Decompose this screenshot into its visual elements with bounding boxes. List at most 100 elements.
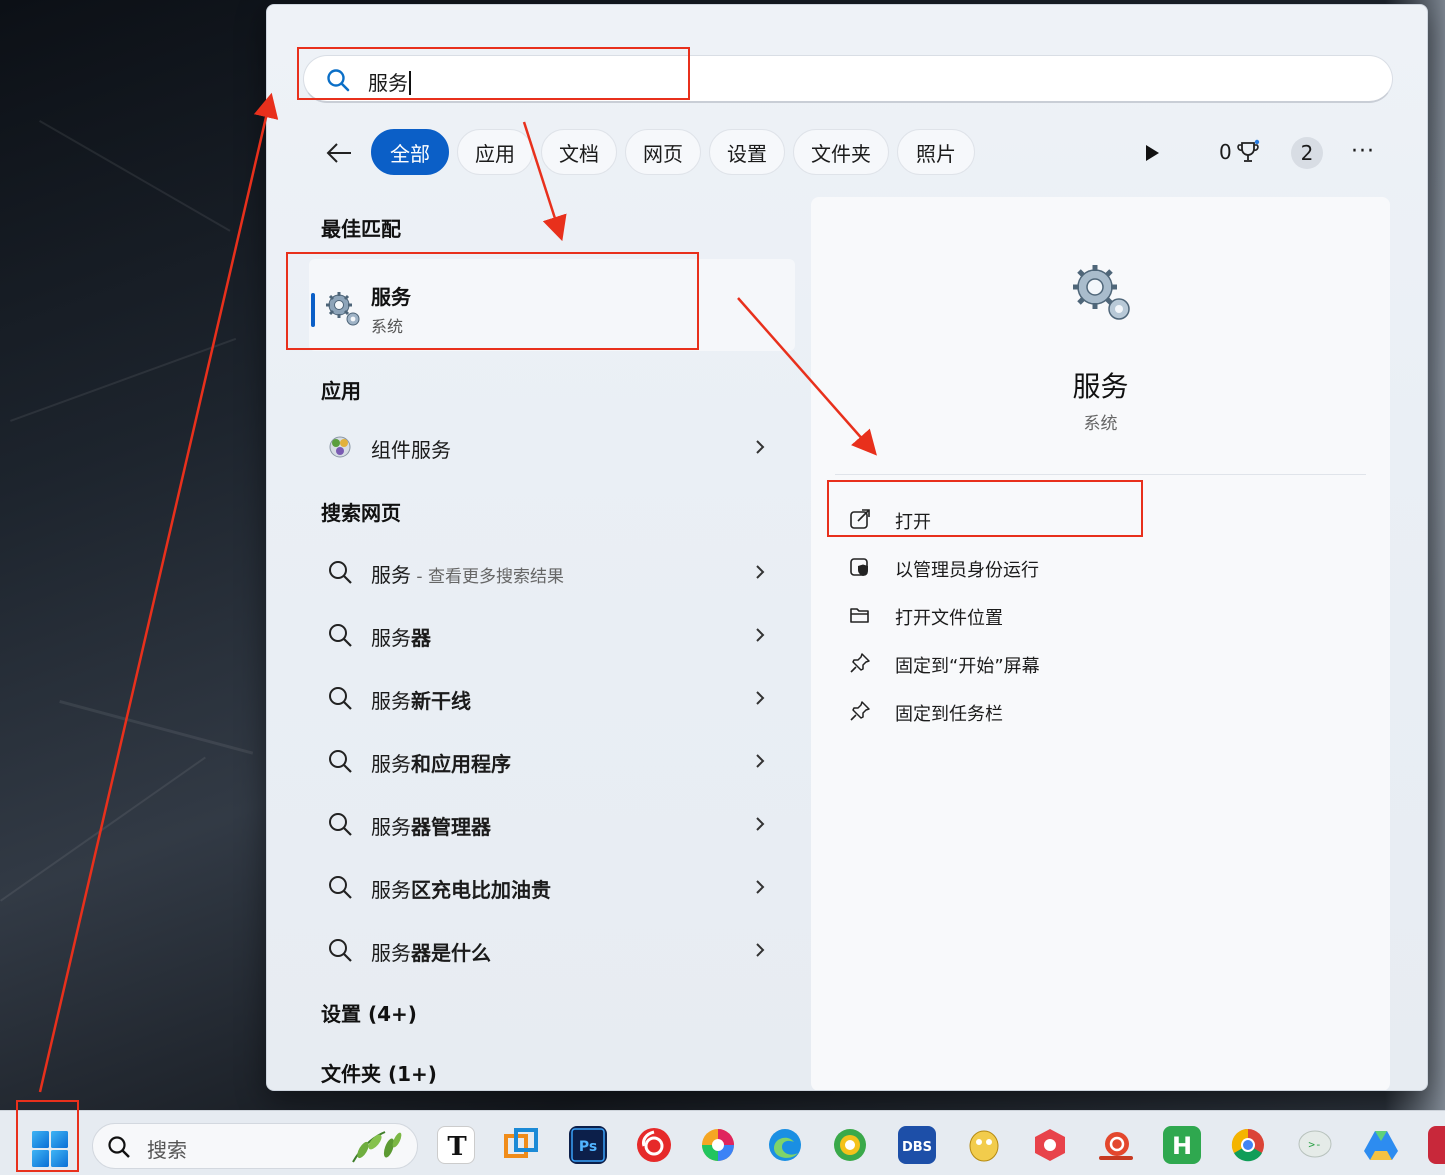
- drive-app-icon[interactable]: [1362, 1126, 1400, 1164]
- search-icon: [329, 750, 352, 773]
- browser-360-icon[interactable]: [831, 1126, 869, 1164]
- hbuilder-app-icon[interactable]: H: [1163, 1126, 1201, 1164]
- back-arrow-icon[interactable]: [323, 137, 355, 169]
- search-icon: [329, 687, 352, 710]
- pin-icon: [850, 653, 870, 673]
- web-result-label: 服务器管理器: [371, 815, 491, 839]
- web-search-header: 搜索网页: [321, 501, 401, 525]
- search-icon: [329, 561, 352, 584]
- search-icon: [329, 624, 352, 647]
- wechat-devtools-icon[interactable]: >-: [1296, 1126, 1334, 1164]
- tab-folders[interactable]: 文件夹: [793, 129, 889, 175]
- typora-app-icon[interactable]: T: [437, 1126, 475, 1164]
- web-result-label: 服务区充电比加油贵: [371, 878, 551, 902]
- search-icon: [329, 813, 352, 836]
- tab-all[interactable]: 全部: [371, 129, 449, 175]
- chevron-right-icon: [756, 817, 765, 831]
- run-as-admin-action[interactable]: 以管理员身份运行: [849, 547, 1349, 587]
- search-panel: 服务 全部 应用 文档 网页 设置 文件夹 照片 0 2 ··· 最佳匹配 服务…: [266, 4, 1428, 1091]
- taskbar: 搜索 T Ps DBS H >-: [0, 1110, 1445, 1175]
- settings-header[interactable]: 设置 (4+): [321, 998, 417, 1027]
- best-match-title: 服务: [371, 285, 411, 309]
- svg-text:Ps: Ps: [579, 1139, 597, 1155]
- photoshop-app-icon[interactable]: Ps: [569, 1126, 607, 1164]
- color-app-icon[interactable]: [699, 1126, 737, 1164]
- tab-settings[interactable]: 设置: [709, 129, 785, 175]
- web-result-item[interactable]: 服务新干线: [309, 671, 795, 725]
- chevron-right-icon: [756, 691, 765, 705]
- play-icon[interactable]: [1141, 143, 1163, 163]
- web-result-label: 服务新干线: [371, 689, 471, 713]
- dbs-tool-icon[interactable]: DBS: [898, 1126, 936, 1164]
- taskbar-search-placeholder: 搜索: [147, 1138, 187, 1162]
- search-icon: [327, 69, 350, 92]
- red-app-icon[interactable]: [1031, 1126, 1069, 1164]
- detail-title: 服务: [1072, 370, 1129, 403]
- search-icon: [108, 1136, 130, 1158]
- navicat-app-icon[interactable]: [965, 1126, 1003, 1164]
- pin-icon: [850, 701, 870, 721]
- open-external-icon: [850, 509, 870, 529]
- services-gear-icon: [326, 292, 360, 326]
- folder-icon: [850, 608, 869, 623]
- divider: [835, 474, 1366, 475]
- more-app-icon[interactable]: [1428, 1126, 1445, 1164]
- pin-to-start-action[interactable]: 固定到“开始”屏幕: [849, 643, 1349, 683]
- web-result-item[interactable]: 服务区充电比加油贵: [309, 860, 795, 914]
- search-icon: [329, 939, 352, 962]
- edge-browser-icon[interactable]: [766, 1126, 804, 1164]
- web-result-label: 服务器是什么: [371, 941, 491, 965]
- rewards-points[interactable]: 0: [1219, 139, 1262, 165]
- open-action[interactable]: 打开: [849, 499, 1349, 539]
- app-result-item[interactable]: 组件服务: [309, 420, 795, 474]
- apps-header: 应用: [321, 379, 361, 403]
- notification-badge[interactable]: 2: [1291, 137, 1323, 169]
- svg-text:H: H: [1172, 1132, 1192, 1160]
- web-result-item[interactable]: 服务和应用程序: [309, 734, 795, 788]
- selection-indicator: [311, 293, 315, 327]
- web-result-label: 服务 - 查看更多搜索结果: [371, 563, 564, 587]
- taskbar-search-box[interactable]: 搜索: [92, 1123, 418, 1169]
- text-caret: [409, 71, 411, 95]
- web-result-item[interactable]: 服务器: [309, 608, 795, 662]
- search-highlight-leaf-icon: [352, 1131, 402, 1163]
- tab-documents[interactable]: 文档: [541, 129, 617, 175]
- chevron-right-icon: [756, 565, 765, 579]
- svg-text:>-: >-: [1308, 1138, 1321, 1151]
- vmware-app-icon[interactable]: [502, 1126, 540, 1164]
- pin-to-taskbar-action[interactable]: 固定到任务栏: [849, 691, 1349, 731]
- app-result-label: 组件服务: [371, 438, 451, 462]
- netease-music-app-icon[interactable]: [635, 1126, 673, 1164]
- tab-web[interactable]: 网页: [625, 129, 701, 175]
- chevron-right-icon: [756, 943, 765, 957]
- windows-start-icon[interactable]: [28, 1127, 72, 1171]
- best-match-subtitle: 系统: [371, 317, 404, 336]
- open-file-location-action[interactable]: 打开文件位置: [849, 595, 1349, 635]
- folders-header[interactable]: 文件夹 (1+): [321, 1058, 437, 1087]
- chrome-browser-icon[interactable]: [1229, 1126, 1267, 1164]
- tab-apps[interactable]: 应用: [457, 129, 533, 175]
- best-match-header: 最佳匹配: [321, 217, 401, 241]
- detail-subtitle: 系统: [1083, 414, 1118, 434]
- chevron-right-icon: [756, 628, 765, 642]
- search-input[interactable]: 服务: [303, 55, 1393, 103]
- svg-text:DBS: DBS: [902, 1140, 932, 1155]
- search-icon: [329, 876, 352, 899]
- web-result-item[interactable]: 服务 - 查看更多搜索结果: [309, 545, 795, 599]
- snail-app-icon[interactable]: [1097, 1126, 1135, 1164]
- svg-text:T: T: [447, 1132, 467, 1162]
- best-match-item[interactable]: 服务 系统: [309, 259, 795, 351]
- rewards-trophy-icon: [1237, 139, 1259, 162]
- detail-pane: 服务 系统 打开 以管理员身份运行 打开文件位置 固定到“开始”屏幕 固定到任务…: [811, 197, 1390, 1090]
- chevron-right-icon: [756, 880, 765, 894]
- services-gear-icon: [1073, 265, 1130, 320]
- shield-icon: [850, 558, 868, 576]
- component-services-icon: [329, 436, 351, 458]
- tab-photos[interactable]: 照片: [897, 129, 975, 175]
- chevron-right-icon: [756, 440, 765, 454]
- more-options-icon[interactable]: ···: [1351, 139, 1375, 164]
- web-result-label: 服务和应用程序: [371, 752, 511, 776]
- web-result-item[interactable]: 服务器是什么: [309, 923, 795, 977]
- web-result-item[interactable]: 服务器管理器: [309, 797, 795, 851]
- search-query: 服务: [368, 71, 408, 95]
